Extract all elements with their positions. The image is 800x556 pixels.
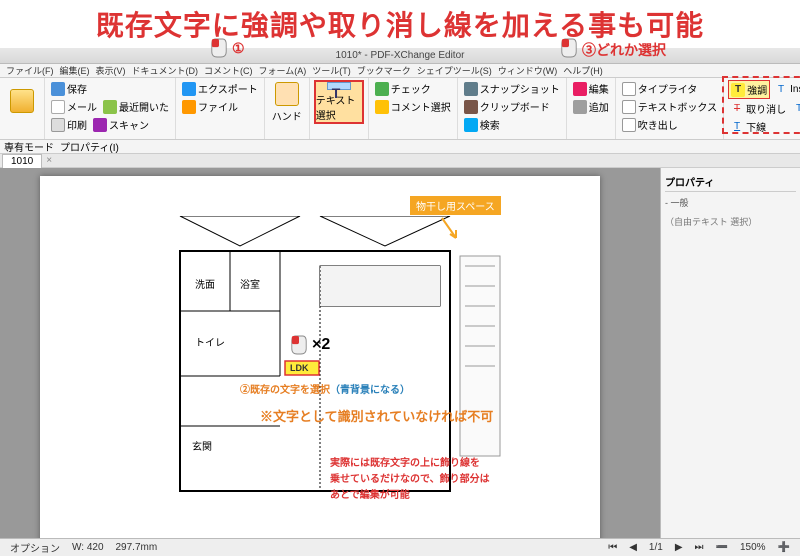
properties-section[interactable]: - 一般 [665,192,796,213]
search-button[interactable]: 検索 [462,116,502,133]
save-button[interactable]: 保存 [49,80,89,97]
callout-number-1: ① [232,40,245,57]
document-tab[interactable]: 1010 [2,154,42,168]
menu-tool[interactable]: ツール(T) [310,64,353,77]
balcony-tag: 物干し用スペース [410,196,501,215]
options-button[interactable]: オプション [6,540,64,555]
menu-view[interactable]: 表示(V) [94,64,128,77]
page-nav-last[interactable]: ⏭ [691,542,708,553]
room-label: 浴室 [240,276,260,291]
check-button[interactable]: チェック [373,80,433,97]
page-nav-prev[interactable]: ◀ [625,542,641,553]
zoom-in-button[interactable]: ➕ [774,542,794,553]
ribbon-toolbar: 保存 メール最近開いた 印刷スキャン エクスポート ファイル ハンド Tテキスト… [0,78,800,140]
mouse-cursor-icon [290,334,308,356]
secondary-toolbar: 専有モード プロパティ(I) [0,140,800,154]
properties-button[interactable]: プロパティ(I) [60,139,119,154]
menu-file[interactable]: ファイル(F) [4,64,56,77]
open-button[interactable] [4,80,40,124]
textbox-button[interactable]: テキストボックス [620,98,719,115]
mouse-cursor-icon [210,37,228,59]
menu-bookmark[interactable]: ブックマーク [355,64,413,77]
mouse-cursor-icon [560,37,578,59]
typewriter-button[interactable]: タイプライタ [620,80,700,97]
page-nav-first[interactable]: ⏮ [604,542,621,553]
annotation-explanation: 実際には既存文字の上に飾り線を 乗せているだけなので、飾り部分は あとで編集が可… [330,456,490,504]
properties-panel: プロパティ - 一般 （自由テキスト 選択） [660,168,800,538]
document-canvas[interactable]: 物干し用スペース [0,168,660,538]
page-size-display: W: 420 [68,542,108,553]
annotation-note: ※文字として識別されていなければ不可 [260,406,493,425]
menu-edit[interactable]: 編集(E) [58,64,92,77]
menu-help[interactable]: ヘルプ(H) [561,64,605,77]
snapshot-button[interactable]: スナップショット [462,80,562,97]
mail-button[interactable]: メール [49,98,99,115]
print-button[interactable]: 印刷 [49,116,89,133]
properties-row: （自由テキスト 選択） [665,213,796,230]
properties-title: プロパティ [665,172,796,192]
page-nav-next[interactable]: ▶ [671,542,687,553]
menu-document[interactable]: ドキュメント(D) [130,64,201,77]
export-button[interactable]: エクスポート [180,80,260,97]
callout-button[interactable]: 吹き出し [620,116,680,133]
close-tab-button[interactable]: × [42,155,56,166]
page-size-display2: 297.7mm [112,542,162,553]
exclusive-mode-button[interactable]: 専有モード [4,139,54,154]
menu-bar: ファイル(F) 編集(E) 表示(V) ドキュメント(D) コメント(C) フォ… [0,64,800,78]
zoom-display[interactable]: 150% [736,542,770,553]
arrow-icon [436,216,466,246]
recent-button[interactable]: 最近開いた [101,98,171,115]
status-bar: オプション W: 420 297.7mm ⏮ ◀ 1/1 ▶ ⏭ ➖ 150% … [0,538,800,556]
plan-title: １階平面図 [270,536,340,538]
room-label: 玄関 [192,438,212,453]
menu-form[interactable]: フォーム(A) [257,64,309,77]
page-number-display[interactable]: 1/1 [645,542,667,553]
room-label: トイレ [195,334,225,349]
menu-window[interactable]: ウィンドウ(W) [496,64,560,77]
file-button[interactable]: ファイル [180,98,240,115]
scan-button[interactable]: スキャン [91,116,151,133]
callout-number-3: ③どれか選択 [582,40,666,60]
edit-button[interactable]: 編集 [571,80,611,97]
add-button[interactable]: 追加 [571,98,611,115]
document-tabs: 1010 × [0,154,800,168]
room-label: 洗面 [195,276,215,291]
window-titlebar: 1010* - PDF-XChange Editor [0,48,800,64]
menu-comment[interactable]: コメント(C) [202,64,255,77]
annotation-step2: ②既存の文字を選択（青背景になる） [240,381,410,396]
clipboard-button[interactable]: クリップボード [462,98,552,115]
ldk-label: LDK [290,363,309,373]
menu-shape[interactable]: シェイプツール(S) [415,64,494,77]
double-click-label: ×2 [312,336,330,354]
page: 物干し用スペース [40,176,600,538]
instruction-banner: 既存文字に強調や取り消し線を加える事も可能 [0,0,800,48]
callout-box-3 [722,76,800,134]
zoom-out-button[interactable]: ➖ [712,542,732,553]
text-select-tool-button[interactable]: Tテキスト選択 [314,80,364,124]
hand-tool-button[interactable]: ハンド [269,80,305,124]
comment-select-button[interactable]: コメント選択 [373,98,453,115]
